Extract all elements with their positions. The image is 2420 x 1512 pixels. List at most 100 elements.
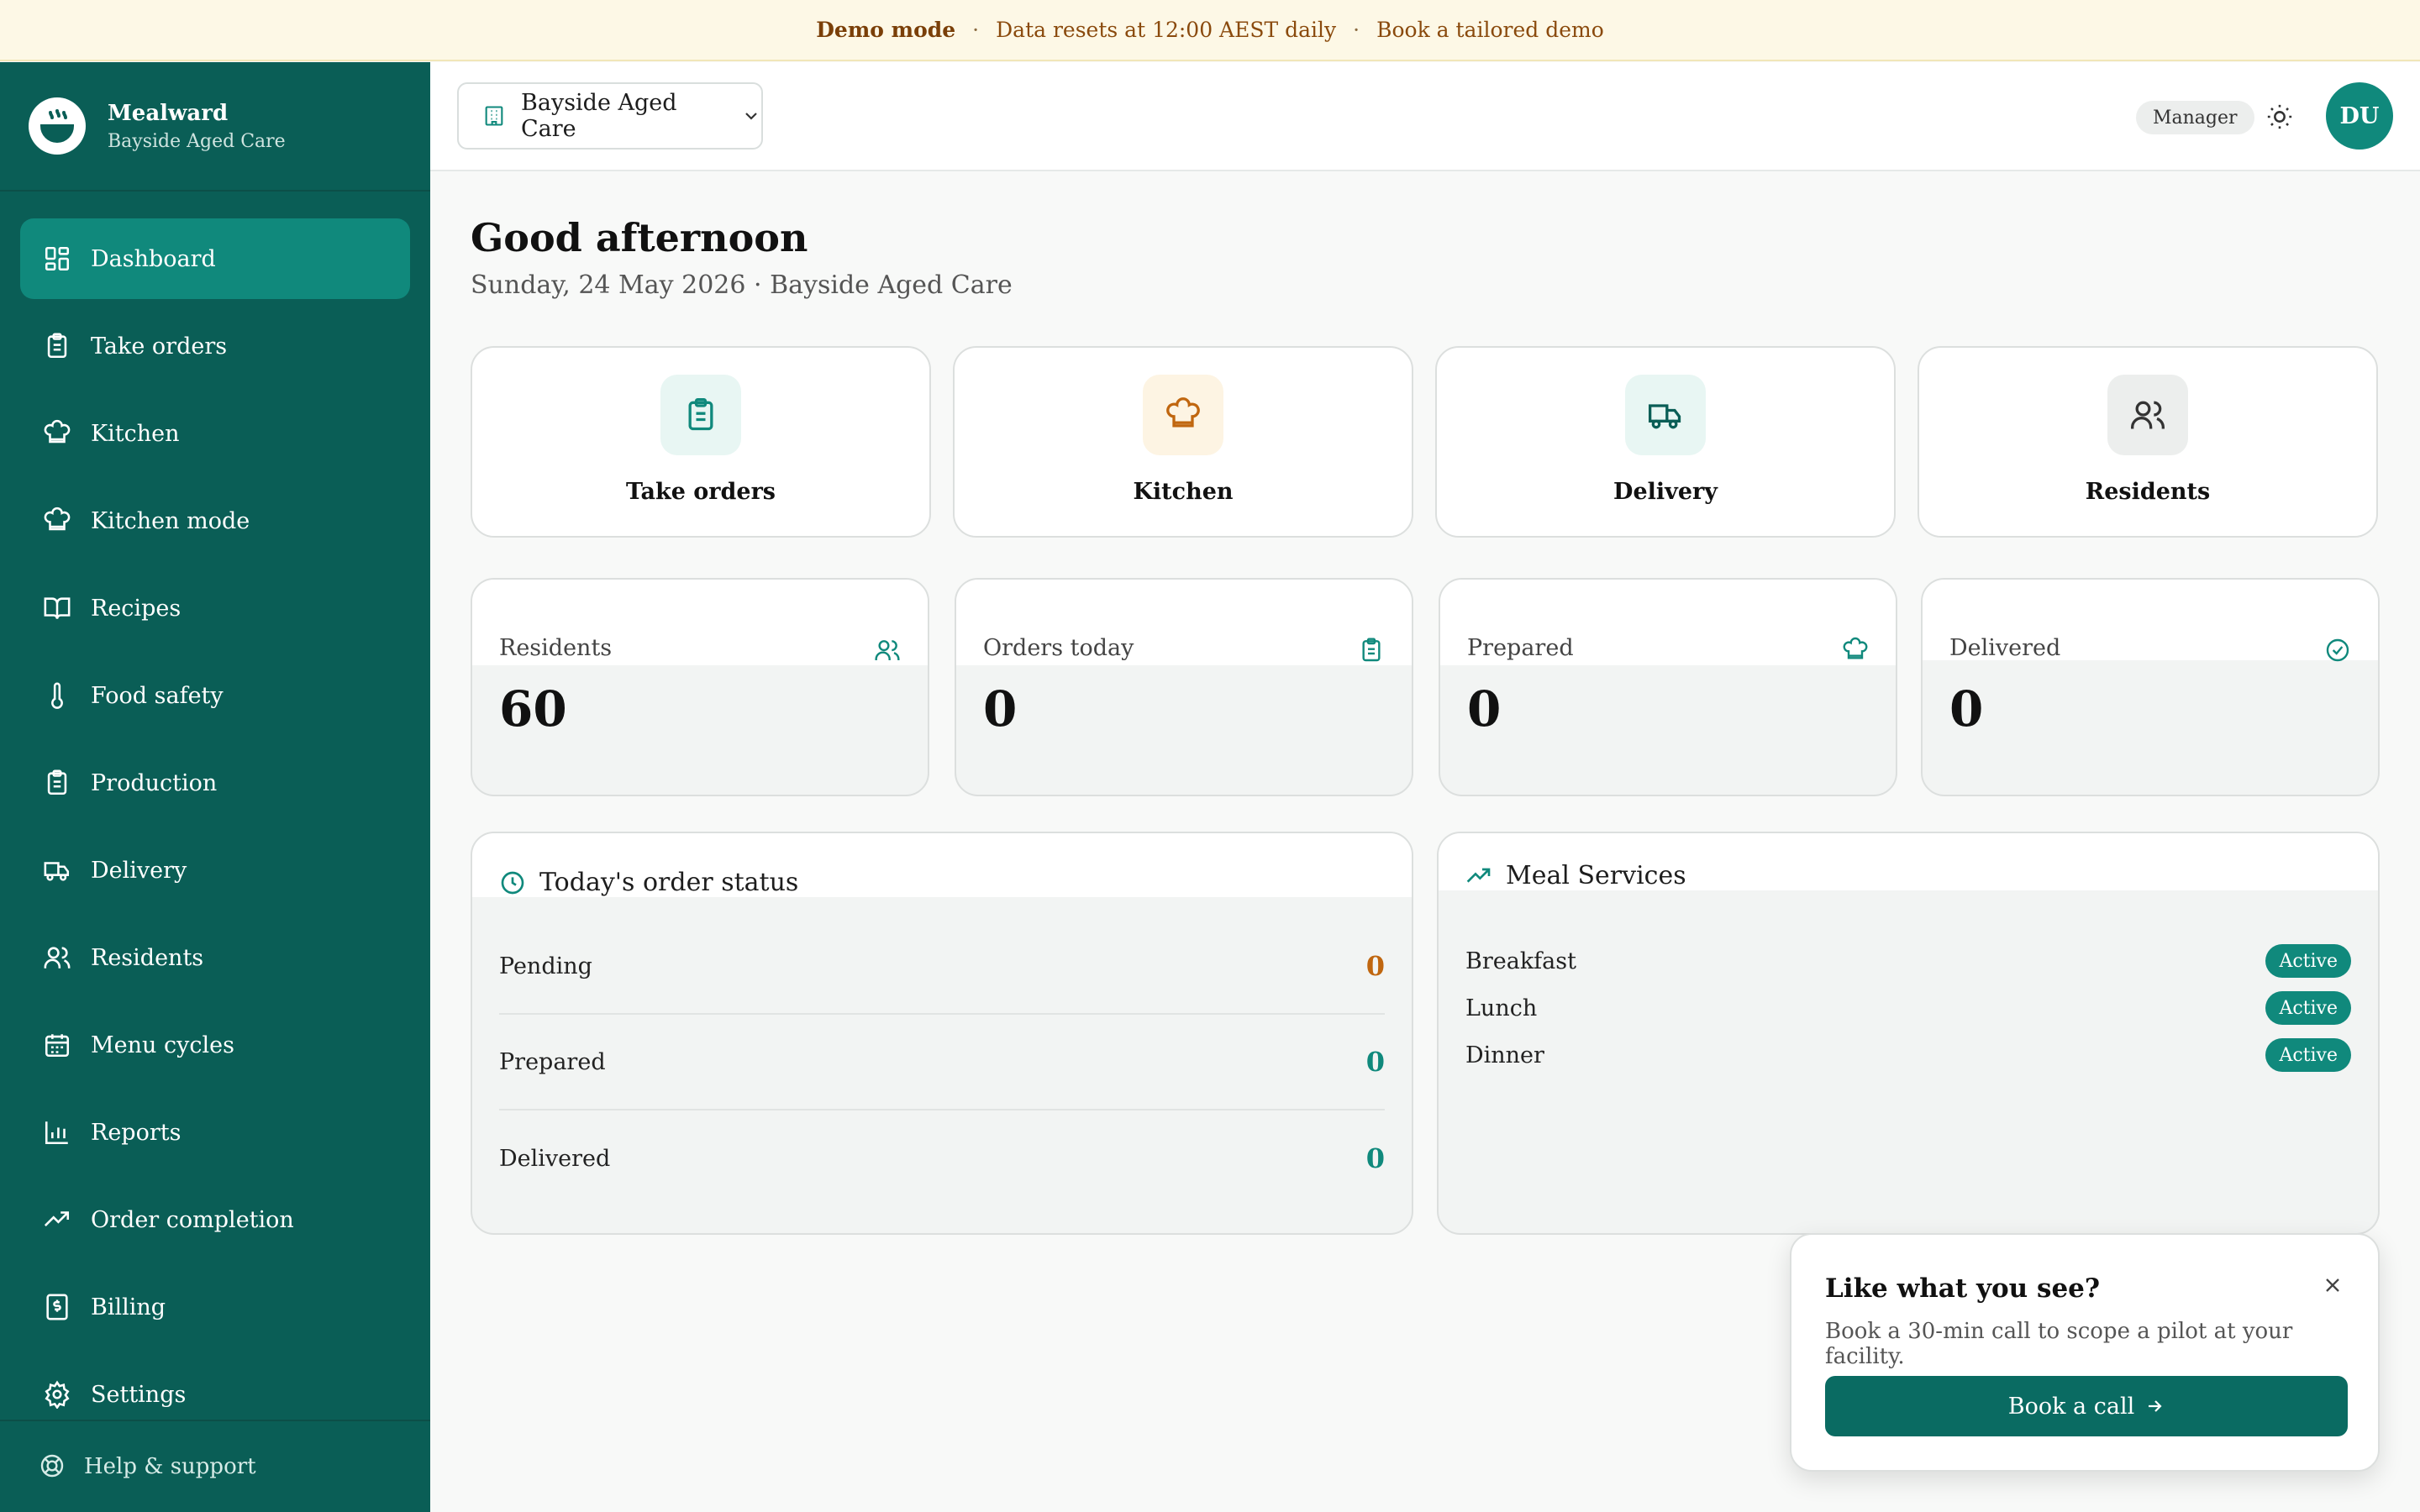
quick-action-residents[interactable]: Residents [1918, 346, 2378, 538]
quick-action-label: Residents [2085, 479, 2211, 505]
status-badge: Active [2265, 991, 2351, 1025]
sidebar-item-label: Order completion [91, 1206, 294, 1233]
meal-label: Lunch [1465, 995, 1538, 1021]
users-icon [2107, 375, 2188, 455]
stat-card-residents: Residents 60 [471, 578, 929, 796]
theme-toggle-sun-icon[interactable] [2265, 102, 2294, 131]
meal-service-dinner: Dinner Active [1465, 1032, 2351, 1079]
status-count: 0 [1365, 1046, 1385, 1078]
order-status-panel: Today's order status Pending 0 Prepared … [471, 832, 1413, 1235]
book-demo-link[interactable]: Book a tailored demo [1376, 18, 1604, 42]
user-avatar[interactable]: DU [2326, 82, 2393, 150]
panel-title: Today's order status [539, 868, 799, 897]
sidebar-item-menu-cycles[interactable]: Menu cycles [20, 1005, 410, 1085]
date-line: Sunday, 24 May 2026 · Bayside Aged Care [471, 270, 1013, 300]
sidebar-item-label: Recipes [91, 595, 182, 622]
clipboard-icon [660, 375, 741, 455]
sidebar-item-label: Delivery [91, 857, 187, 884]
receipt-icon [40, 1290, 74, 1324]
stat-label: Prepared [1467, 635, 1574, 661]
status-label: Pending [499, 953, 592, 979]
sidebar-nav: Dashboard Take orders Kitchen Kitchen mo… [0, 192, 430, 1435]
sidebar-item-billing[interactable]: Billing [20, 1267, 410, 1347]
brand-name: Mealward [108, 100, 229, 126]
chef-hat-icon [40, 504, 74, 538]
calendar-icon [40, 1028, 74, 1062]
thermometer-icon [40, 679, 74, 712]
status-label: Delivered [499, 1145, 611, 1172]
quick-action-label: Delivery [1613, 479, 1718, 505]
top-bar: Bayside Aged Care Manager DU [430, 62, 2420, 171]
book-call-button[interactable]: Book a call [1825, 1376, 2348, 1436]
stat-value: 0 [1467, 680, 1502, 738]
sidebar-item-kitchen[interactable]: Kitchen [20, 393, 410, 474]
clock-icon [499, 869, 539, 896]
stat-value: 0 [1949, 680, 1984, 738]
page-title: Good afternoon [471, 215, 808, 260]
chef-hat-icon [40, 417, 74, 450]
sidebar-item-delivery[interactable]: Delivery [20, 830, 410, 911]
stat-value: 0 [983, 680, 1018, 738]
trending-up-icon [40, 1203, 74, 1236]
sidebar-item-label: Food safety [91, 682, 224, 709]
truck-icon [1625, 375, 1706, 455]
quick-action-kitchen[interactable]: Kitchen [953, 346, 1413, 538]
check-circle-icon [2324, 637, 2351, 664]
stat-label: Delivered [1949, 635, 2061, 661]
book-open-icon [40, 591, 74, 625]
status-count: 0 [1365, 1142, 1385, 1174]
popup-title: Like what you see? [1825, 1273, 2101, 1304]
sidebar-item-residents[interactable]: Residents [20, 917, 410, 998]
role-badge: Manager [2136, 101, 2254, 134]
sidebar-item-label: Take orders [91, 333, 228, 360]
quick-action-label: Kitchen [1133, 479, 1234, 505]
sidebar-item-take-orders[interactable]: Take orders [20, 306, 410, 386]
stat-card-prepared: Prepared 0 [1439, 578, 1897, 796]
sidebar: Mealward Bayside Aged Care Dashboard Tak… [0, 62, 430, 1512]
building-icon [482, 104, 506, 128]
stat-label: Orders today [983, 635, 1134, 661]
sidebar-item-production[interactable]: Production [20, 743, 410, 823]
stat-label: Residents [499, 635, 613, 661]
clipboard-icon [40, 329, 74, 363]
quick-action-take-orders[interactable]: Take orders [471, 346, 931, 538]
sidebar-item-recipes[interactable]: Recipes [20, 568, 410, 648]
book-call-label: Book a call [2007, 1393, 2135, 1420]
brand[interactable]: Mealward Bayside Aged Care [0, 62, 430, 192]
status-row-prepared: Prepared 0 [499, 1015, 1385, 1110]
sidebar-item-dashboard[interactable]: Dashboard [20, 218, 410, 299]
demo-banner: Demo mode · Data resets at 12:00 AEST da… [0, 0, 2420, 61]
arrow-right-icon [2134, 1396, 2165, 1416]
truck-icon [40, 853, 74, 887]
help-support-link[interactable]: Help & support [0, 1420, 430, 1512]
panel-title: Meal Services [1506, 861, 1686, 890]
sidebar-item-reports[interactable]: Reports [20, 1092, 410, 1173]
sidebar-item-kitchen-mode[interactable]: Kitchen mode [20, 480, 410, 561]
status-badge: Active [2265, 944, 2351, 978]
gear-icon [40, 1378, 74, 1411]
sidebar-item-order-completion[interactable]: Order completion [20, 1179, 410, 1260]
trending-up-icon [1465, 863, 1506, 890]
close-icon[interactable] [2321, 1273, 2344, 1297]
sidebar-item-label: Reports [91, 1119, 182, 1146]
help-label: Help & support [84, 1454, 256, 1479]
chef-hat-icon [1842, 637, 1869, 664]
facility-select[interactable]: Bayside Aged Care [457, 82, 763, 150]
meal-service-breakfast: Breakfast Active [1465, 937, 2351, 984]
clipboard-icon [1358, 637, 1385, 664]
quick-action-delivery[interactable]: Delivery [1435, 346, 1896, 538]
stat-value: 60 [499, 680, 567, 738]
banner-separator: · [1353, 18, 1360, 42]
status-row-delivered: Delivered 0 [499, 1110, 1385, 1206]
demo-mode-label: Demo mode [816, 18, 956, 42]
clipboard-list-icon [40, 766, 74, 800]
sidebar-item-food-safety[interactable]: Food safety [20, 655, 410, 736]
meal-label: Dinner [1465, 1042, 1544, 1068]
reset-notice: Data resets at 12:00 AEST daily [996, 18, 1337, 42]
dashboard-icon [40, 242, 74, 276]
users-icon [40, 941, 74, 974]
sidebar-item-label: Kitchen [91, 420, 180, 447]
stat-card-delivered: Delivered 0 [1921, 578, 2380, 796]
stat-card-orders-today: Orders today 0 [955, 578, 1413, 796]
sidebar-item-label: Dashboard [91, 245, 216, 272]
